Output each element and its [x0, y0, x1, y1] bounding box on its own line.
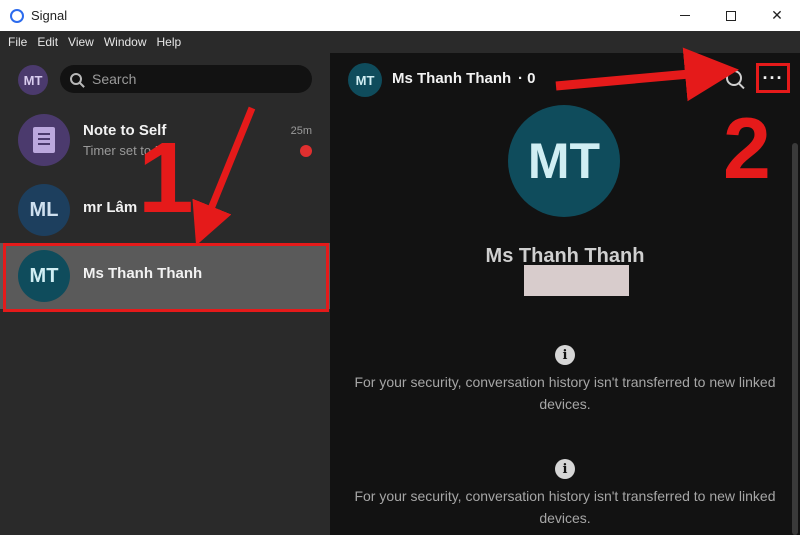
conversation-avatar: ML — [18, 184, 70, 236]
info-icon: i — [555, 459, 575, 479]
conversation-time: 25m — [290, 125, 312, 137]
step-1-highlight — [3, 243, 329, 312]
close-icon: ✕ — [771, 7, 783, 23]
redacted-block — [524, 265, 629, 296]
search-icon — [70, 73, 82, 85]
menu-view[interactable]: View — [68, 35, 94, 49]
info-icon: i — [555, 345, 575, 365]
maximize-button[interactable] — [708, 0, 754, 31]
scrollbar[interactable] — [792, 143, 798, 535]
signal-logo-icon — [10, 9, 24, 23]
security-notice: For your security, conversation history … — [354, 374, 776, 412]
step-2-label: 2 — [723, 101, 771, 197]
menu-edit[interactable]: Edit — [37, 35, 58, 49]
header-meta: · 0 — [518, 70, 536, 87]
conversation-name: mr Lâm — [83, 199, 138, 216]
search-input[interactable]: Search — [60, 65, 312, 93]
header-avatar[interactable]: MT — [348, 63, 382, 97]
my-avatar[interactable]: MT — [18, 65, 48, 95]
menu-file[interactable]: File — [8, 35, 27, 49]
note-avatar — [18, 114, 70, 166]
profile-avatar: MT — [508, 105, 620, 217]
maximize-icon — [726, 10, 736, 21]
title-bar: Signal ✕ — [0, 0, 800, 31]
search-placeholder: Search — [92, 71, 137, 87]
search-conversation-icon[interactable] — [726, 70, 742, 86]
close-button[interactable]: ✕ — [754, 0, 800, 31]
more-options-button[interactable]: ··· — [756, 63, 790, 93]
window-title: Signal — [31, 8, 68, 23]
header-contact-name[interactable]: Ms Thanh Thanh — [392, 70, 511, 87]
menu-bar: File Edit View Window Help — [0, 31, 800, 53]
security-notice: For your security, conversation history … — [354, 488, 776, 526]
menu-help[interactable]: Help — [157, 35, 182, 49]
step-1-label: 1 — [138, 122, 194, 234]
minimize-button[interactable] — [662, 0, 708, 31]
disappearing-timer-icon — [300, 145, 312, 157]
note-icon — [33, 127, 55, 153]
menu-window[interactable]: Window — [104, 35, 147, 49]
minimize-icon — [680, 15, 690, 16]
